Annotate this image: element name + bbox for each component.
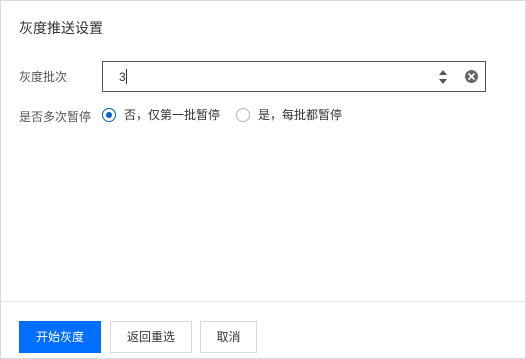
radio-checked-icon[interactable]	[102, 108, 116, 122]
gray-release-dialog: 灰度推送设置 灰度批次 是否多次暂停 否，仅第一批暂停 是，每批都暂停 开始灰度…	[0, 0, 526, 359]
batch-number-input[interactable]	[102, 61, 486, 92]
batch-label: 灰度批次	[19, 70, 68, 84]
pause-label: 是否多次暂停	[19, 110, 92, 124]
batch-input-field[interactable]	[119, 68, 419, 86]
start-gray-button[interactable]: 开始灰度	[19, 321, 101, 353]
cancel-button[interactable]: 取消	[200, 321, 257, 353]
radio-unchecked-icon[interactable]	[236, 108, 250, 122]
footer-divider	[1, 301, 525, 302]
dialog-title: 灰度推送设置	[19, 21, 103, 37]
radio-label-first-batch: 否，仅第一批暂停	[124, 108, 221, 122]
text-cursor	[126, 69, 127, 84]
radio-label-every-batch: 是，每批都暂停	[258, 108, 343, 122]
back-reselect-button[interactable]: 返回重选	[110, 321, 192, 353]
spinner-arrows-icon[interactable]	[438, 69, 448, 85]
clear-circle-icon[interactable]	[465, 70, 478, 83]
